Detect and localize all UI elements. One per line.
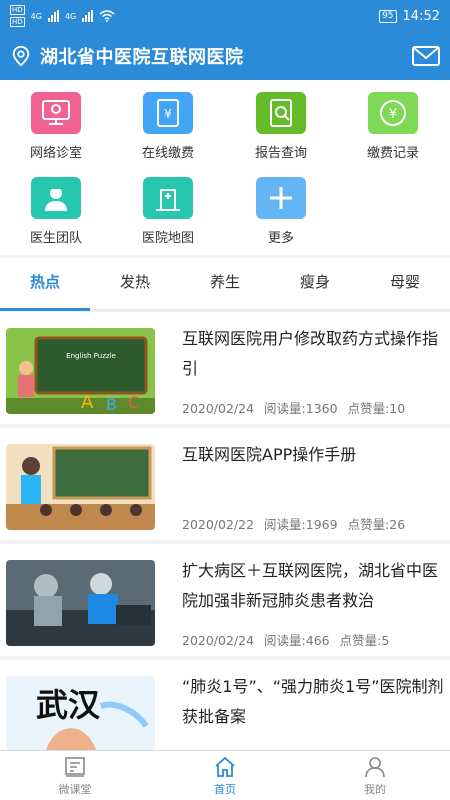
- grid-label: 医院地图: [141, 231, 194, 246]
- wifi-icon: [99, 10, 115, 22]
- doctor-team-icon: [31, 177, 81, 219]
- location-pin-icon[interactable]: [10, 45, 32, 67]
- top-bar: HD HD 4G 4G 95 14:52 湖北省中医院互联网医院: [0, 0, 450, 80]
- nav-home[interactable]: 首页: [150, 751, 300, 800]
- article-meta: 2020/02/22 阅读量:1969 点赞量:26: [182, 514, 415, 533]
- grid-label: 报告查询: [254, 146, 307, 161]
- hospital-map-icon: [143, 177, 193, 219]
- tab-fever[interactable]: 发热: [90, 258, 180, 309]
- grid-item-more[interactable]: 更多: [241, 177, 321, 246]
- grid-item-payment-record[interactable]: ¥ 缴费记录: [353, 92, 433, 161]
- bottom-nav: 微课堂 首页 我的: [0, 750, 450, 800]
- svg-text:¥: ¥: [164, 107, 172, 121]
- article-date: 2020/02/24: [182, 633, 255, 648]
- list-item[interactable]: 互联网医院APP操作手册 2020/02/22 阅读量:1969 点赞量:26: [0, 428, 450, 540]
- sim-indicator: HD HD: [10, 4, 25, 28]
- network1-label: 4G: [30, 11, 42, 21]
- article-title: “肺炎1号”、“强力肺炎1号”医院制剂获批备案: [182, 677, 444, 726]
- nav-profile[interactable]: 我的: [300, 751, 450, 800]
- svg-text:¥: ¥: [389, 107, 397, 122]
- grid-label: 在线缴费: [141, 146, 194, 161]
- sim1-label: HD: [10, 5, 25, 15]
- nav-label: 我的: [364, 783, 386, 796]
- article-title: 互联网医院APP操作手册: [182, 445, 357, 464]
- article-thumbnail: [6, 444, 155, 530]
- app-header: 湖北省中医院互联网医院: [0, 32, 450, 80]
- tab-hot[interactable]: 热点: [0, 258, 90, 311]
- article-likes: 点赞量:10: [347, 401, 406, 416]
- category-tabs: 热点 发热 养生 瘦身 母婴: [0, 258, 450, 311]
- grid-label: 缴费记录: [366, 146, 419, 161]
- tab-slimming[interactable]: 瘦身: [270, 258, 360, 309]
- article-thumbnail: 武汉: [6, 676, 155, 750]
- article-meta: 2020/02/24 阅读量:466 点赞量:5: [182, 630, 399, 649]
- article-thumbnail: English Puzzle A B C: [6, 328, 155, 414]
- article-list: English Puzzle A B C 互联网医院用户修改取药方式操作指引 2…: [0, 312, 450, 750]
- article-reads: 阅读量:1969: [264, 517, 338, 532]
- signal1-icon: [47, 10, 59, 22]
- battery-icon: 95: [379, 9, 397, 23]
- nav-label: 首页: [214, 783, 236, 796]
- grid-item-online-clinic[interactable]: 网络诊室: [16, 92, 96, 161]
- list-item[interactable]: English Puzzle A B C 互联网医院用户修改取药方式操作指引 2…: [0, 312, 450, 424]
- mail-icon[interactable]: [412, 45, 440, 67]
- tab-health[interactable]: 养生: [180, 258, 270, 309]
- report-query-icon: [256, 92, 306, 134]
- article-reads: 阅读量:466: [264, 633, 330, 648]
- thumbnail-caption: English Puzzle: [66, 352, 116, 360]
- article-likes: 点赞量:5: [339, 633, 390, 648]
- payment-record-icon: ¥: [368, 92, 418, 134]
- page-title: 湖北省中医院互联网医院: [40, 47, 244, 68]
- article-thumbnail: [6, 560, 155, 646]
- status-bar: HD HD 4G 4G 95 14:52: [0, 0, 450, 32]
- grid-label: 更多: [267, 231, 294, 246]
- article-likes: 点赞量:26: [347, 517, 406, 532]
- nav-label: 微课堂: [58, 783, 92, 796]
- more-plus-icon: [256, 177, 306, 219]
- grid-label: 医生团队: [29, 231, 82, 246]
- grid-item-hospital-map[interactable]: 医院地图: [128, 177, 208, 246]
- network2-label: 4G: [64, 11, 77, 21]
- svg-text:A: A: [81, 392, 94, 413]
- nav-micro-class[interactable]: 微课堂: [0, 751, 150, 800]
- article-date: 2020/02/24: [182, 401, 255, 416]
- profile-icon: [365, 757, 385, 778]
- feature-grid: 网络诊室 ¥ 在线缴费 报告查询 ¥ 缴费记录 医生团队 医院地图 更多: [0, 80, 450, 255]
- article-meta: 2020/02/24 阅读量:1360 点赞量:10: [182, 398, 415, 417]
- svg-text:C: C: [128, 393, 139, 412]
- clock: 14:52: [402, 8, 440, 24]
- grid-item-report-query[interactable]: 报告查询: [241, 92, 321, 161]
- online-payment-icon: ¥: [143, 92, 193, 134]
- tab-maternal[interactable]: 母婴: [360, 258, 450, 309]
- svg-text:B: B: [106, 395, 117, 414]
- article-title: 互联网医院用户修改取药方式操作指引: [182, 329, 439, 378]
- online-clinic-icon: [31, 92, 81, 134]
- thumbnail-caption: 武汉: [36, 686, 101, 724]
- home-icon: [215, 756, 235, 777]
- signal2-icon: [82, 10, 94, 22]
- grid-item-doctor-team[interactable]: 医生团队: [16, 177, 96, 246]
- grid-item-online-payment[interactable]: ¥ 在线缴费: [128, 92, 208, 161]
- article-date: 2020/02/22: [182, 517, 255, 532]
- micro-class-icon: [65, 757, 85, 777]
- list-item[interactable]: 扩大病区＋互联网医院，湖北省中医院加强非新冠肺炎患者救治 2020/02/24 阅…: [0, 544, 450, 656]
- article-reads: 阅读量:1360: [264, 401, 338, 416]
- article-title: 扩大病区＋互联网医院，湖北省中医院加强非新冠肺炎患者救治: [182, 561, 439, 610]
- sim2-label: HD: [10, 17, 25, 27]
- list-item[interactable]: 武汉 “肺炎1号”、“强力肺炎1号”医院制剂获批备案: [0, 660, 450, 750]
- grid-label: 网络诊室: [29, 146, 82, 161]
